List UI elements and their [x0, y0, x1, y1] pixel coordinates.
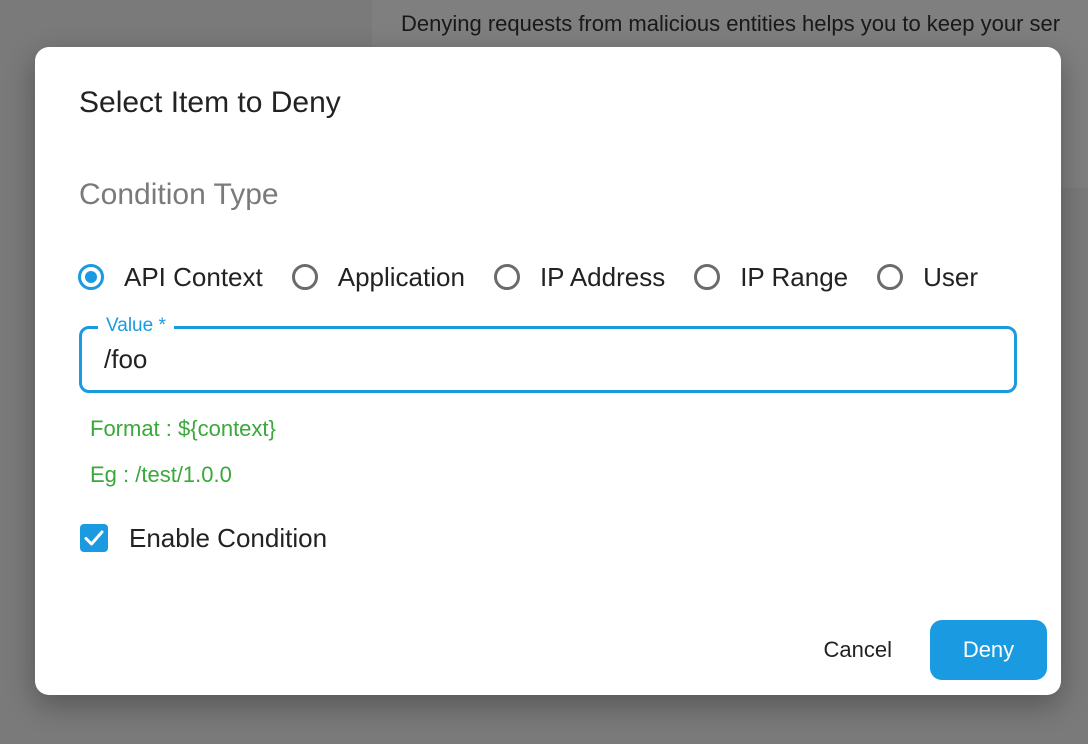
radio-unselected-icon — [493, 264, 520, 290]
value-field: Value * — [79, 315, 1017, 393]
radio-user[interactable]: User — [877, 261, 978, 293]
radio-label-application: Application — [337, 262, 465, 292]
radio-label-api-context: API Context — [124, 262, 263, 292]
radio-label-ip-address: IP Address — [539, 262, 666, 292]
enable-condition-checkbox[interactable]: Enable Condition — [80, 522, 327, 554]
radio-ip-address[interactable]: IP Address — [493, 261, 666, 293]
format-hint: Format : ${context} — [90, 416, 276, 441]
radio-selected-icon — [78, 264, 104, 290]
radio-unselected-icon — [694, 264, 721, 290]
value-field-label: Value * — [98, 315, 174, 337]
value-input[interactable] — [104, 341, 984, 377]
deny-dialog: Select Item to Deny Condition Type API C… — [35, 47, 1061, 695]
radio-unselected-icon — [877, 264, 904, 290]
dialog-actions: Cancel Deny — [804, 620, 1047, 680]
radio-unselected-icon — [291, 264, 318, 290]
deny-button[interactable]: Deny — [930, 620, 1047, 680]
required-marker: * — [158, 315, 166, 336]
dialog-title: Select Item to Deny — [79, 86, 341, 119]
radio-api-context[interactable]: API Context — [78, 261, 263, 293]
condition-type-radio-group: API Context Application IP Address IP Ra… — [78, 259, 1007, 295]
cancel-button[interactable]: Cancel — [804, 620, 912, 680]
radio-application[interactable]: Application — [291, 261, 465, 293]
check-icon — [80, 524, 108, 552]
radio-ip-range[interactable]: IP Range — [694, 261, 848, 293]
example-hint: Eg : /test/1.0.0 — [90, 462, 232, 487]
condition-type-heading: Condition Type — [79, 178, 279, 211]
enable-condition-label: Enable Condition — [129, 523, 328, 553]
radio-label-user: User — [923, 262, 979, 292]
radio-label-ip-range: IP Range — [740, 262, 849, 292]
